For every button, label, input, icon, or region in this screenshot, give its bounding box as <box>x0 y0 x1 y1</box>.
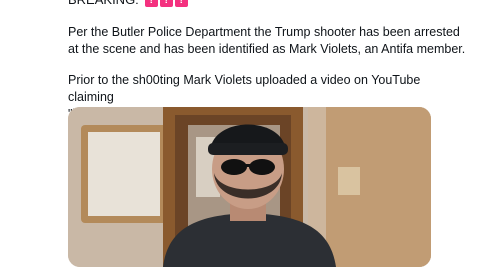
alert-icon: ! <box>144 0 158 7</box>
mirror-glass <box>88 132 160 216</box>
alert-icon: ! <box>159 0 173 7</box>
tweet-headline: BREAKING: ! ! ! <box>68 0 188 8</box>
alert-icons: ! ! ! <box>144 0 188 7</box>
tweet-video-media[interactable] <box>68 107 431 267</box>
wall-picture <box>338 167 360 195</box>
headline-label: BREAKING: <box>68 0 139 8</box>
sunglasses-right-lens <box>249 159 275 175</box>
sunglasses-left-lens <box>221 159 247 175</box>
sunglasses-bridge <box>246 164 250 167</box>
tweet-paragraph-1: Per the Butler Police Department the Tru… <box>68 25 466 56</box>
alert-icon: ! <box>174 0 188 7</box>
video-frame <box>68 107 431 267</box>
beanie-cuff <box>208 143 288 155</box>
